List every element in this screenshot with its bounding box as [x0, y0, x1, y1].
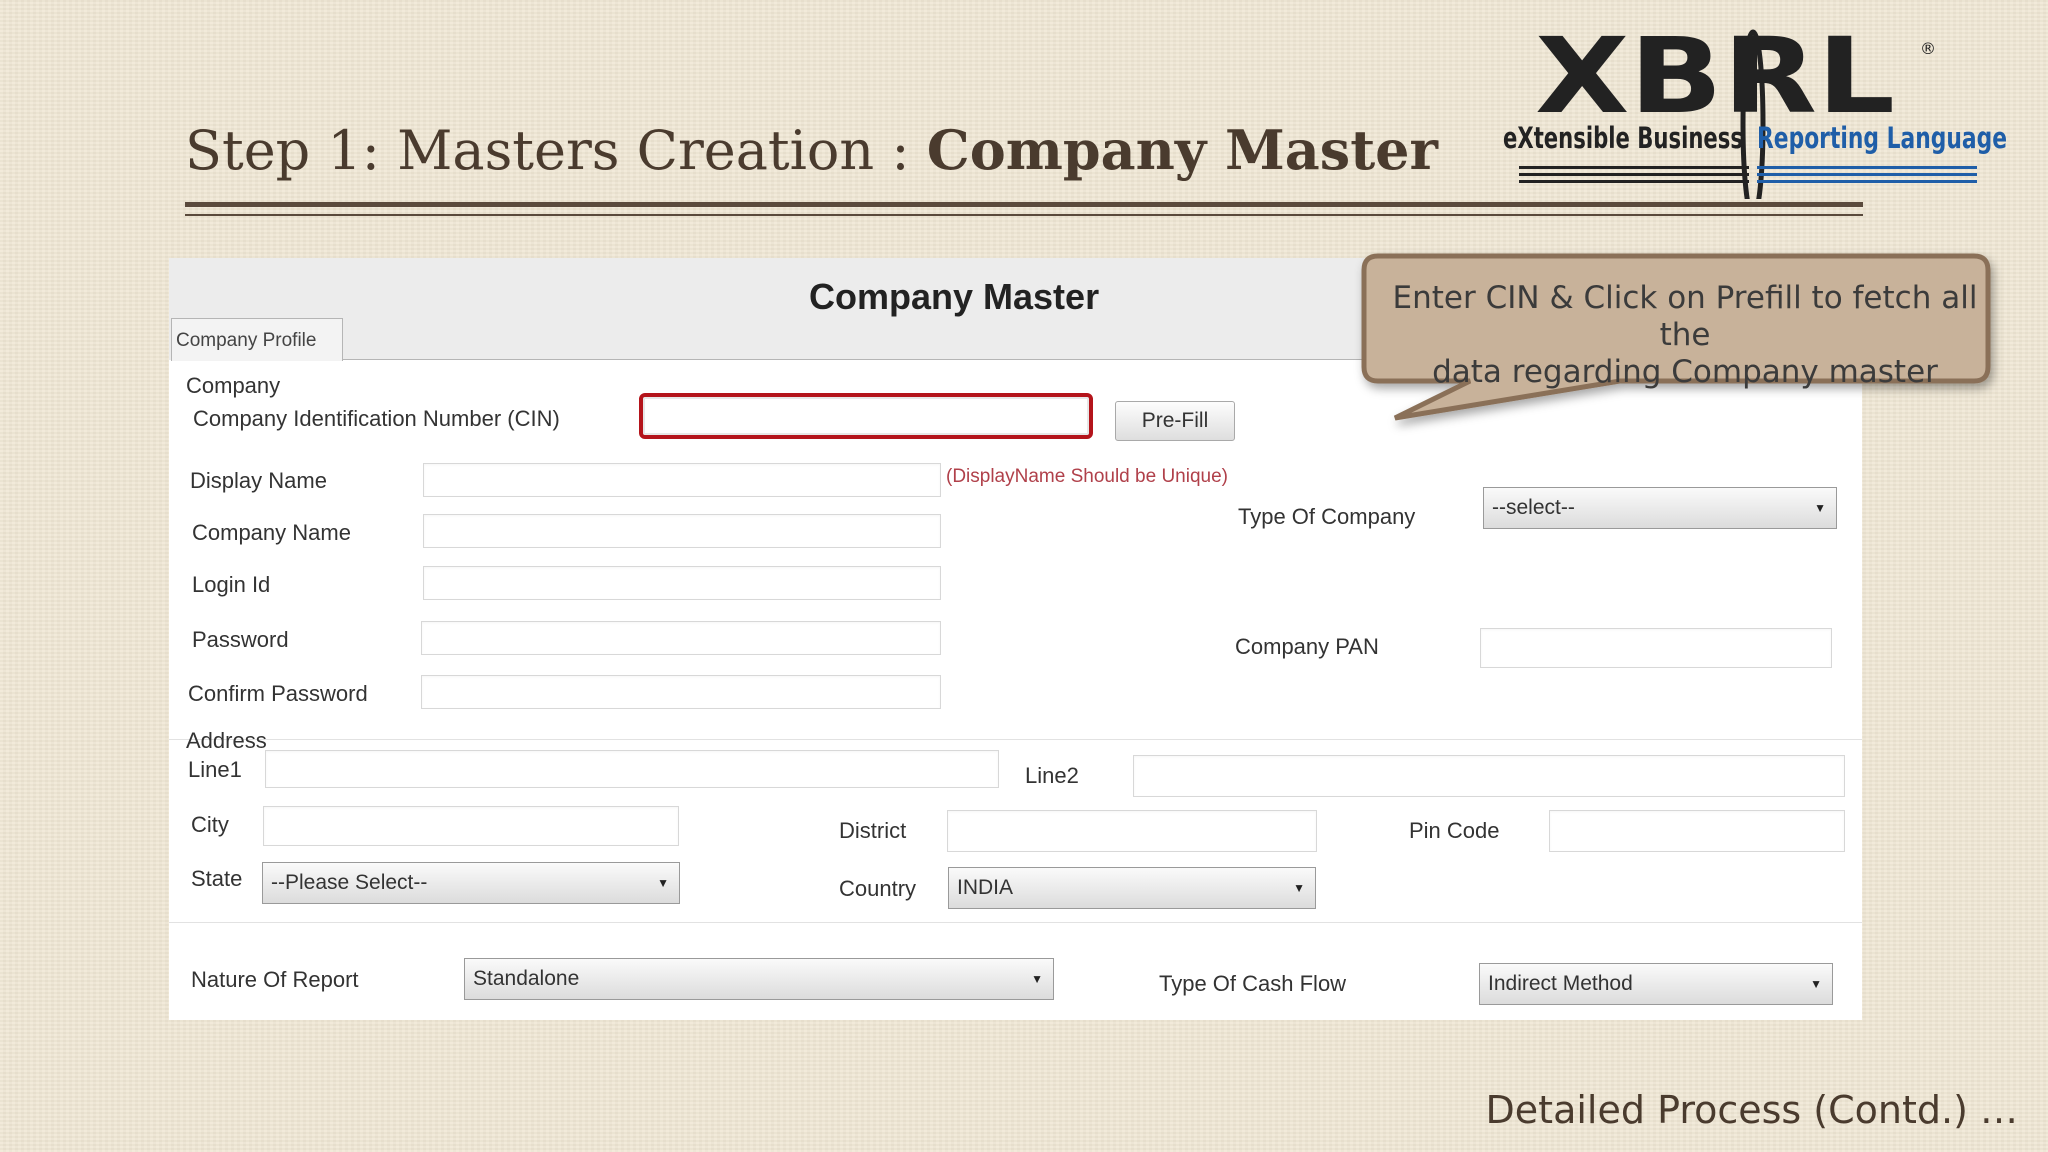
dropdown-arrow-icon: ▼	[1814, 501, 1826, 515]
tab-company-profile[interactable]: Company Profile	[171, 318, 343, 361]
type-of-cash-flow-select[interactable]: Indirect Method ▼	[1479, 963, 1833, 1005]
district-label: District	[839, 818, 907, 843]
pin-code-label: Pin Code	[1409, 818, 1500, 843]
form-title: Company Master	[809, 276, 1100, 317]
pin-code-input[interactable]	[1549, 810, 1845, 852]
login-id-input[interactable]	[423, 566, 941, 600]
type-of-company-label: Type Of Company	[1238, 504, 1416, 529]
city-label: City	[191, 812, 229, 837]
callout-line-2: data regarding Company master	[1432, 354, 1938, 390]
company-name-label: Company Name	[192, 520, 351, 545]
logo-wordmark: XBRL	[1535, 15, 1895, 137]
password-label: Password	[192, 627, 289, 652]
line2-label: Line2	[1025, 763, 1079, 788]
logo-tagline-left: eXtensible Business	[1503, 121, 1743, 155]
type-of-company-select[interactable]: --select-- ▼	[1483, 487, 1837, 529]
dropdown-arrow-icon: ▼	[1293, 881, 1305, 895]
country-label: Country	[839, 876, 917, 901]
address-separator	[169, 739, 1862, 740]
login-id-label: Login Id	[192, 572, 271, 597]
nature-of-report-select[interactable]: Standalone ▼	[464, 958, 1054, 1000]
title-rule-thick	[185, 202, 1863, 207]
nature-of-report-value: Standalone	[473, 967, 580, 990]
dropdown-arrow-icon: ▼	[1031, 972, 1043, 986]
slide-title-prefix: Step 1: Masters Creation :	[185, 119, 927, 182]
slide-title: Step 1: Masters Creation : Company Maste…	[185, 118, 1438, 182]
line1-label: Line1	[188, 757, 242, 782]
prefill-button[interactable]: Pre-Fill	[1115, 401, 1235, 441]
cin-label: Company Identification Number (CIN)	[193, 406, 560, 431]
district-input[interactable]	[947, 810, 1317, 852]
callout-text: Enter CIN & Click on Prefill to fetch al…	[1370, 280, 2000, 391]
logo-registered-mark: ®	[1920, 39, 1936, 58]
slide-title-bold: Company Master	[926, 118, 1438, 182]
confirm-password-input[interactable]	[421, 675, 941, 709]
display-name-input[interactable]	[423, 463, 941, 497]
logo-tagline-right: Reporting Language	[1757, 121, 2007, 155]
confirm-password-label: Confirm Password	[188, 681, 368, 706]
address-group-label: Address	[186, 728, 267, 753]
company-pan-label: Company PAN	[1235, 634, 1379, 659]
dropdown-arrow-icon: ▼	[1810, 977, 1822, 991]
display-name-note: (DisplayName Should be Unique)	[946, 466, 1228, 487]
city-input[interactable]	[263, 806, 679, 846]
state-value: --Please Select--	[271, 871, 428, 894]
password-input[interactable]	[421, 621, 941, 655]
company-group-label: Company	[186, 373, 281, 398]
type-of-cash-flow-value: Indirect Method	[1488, 972, 1633, 995]
xbrl-logo: XBRL ® eXtensible Business Reporting Lan…	[1503, 15, 2007, 199]
report-separator	[169, 922, 1862, 923]
display-name-label: Display Name	[190, 468, 327, 493]
callout-line-1: Enter CIN & Click on Prefill to fetch al…	[1392, 280, 1978, 353]
nature-of-report-label: Nature Of Report	[191, 967, 359, 992]
type-of-company-value: --select--	[1492, 496, 1575, 519]
logo-stripes	[1519, 166, 1977, 183]
line1-input[interactable]	[265, 750, 999, 788]
title-rule-thin	[185, 214, 1863, 216]
state-select[interactable]: --Please Select-- ▼	[262, 862, 680, 904]
type-of-cash-flow-label: Type Of Cash Flow	[1159, 971, 1347, 996]
company-pan-input[interactable]	[1480, 628, 1832, 668]
dropdown-arrow-icon: ▼	[657, 876, 669, 890]
cin-input[interactable]	[639, 393, 1093, 439]
company-name-input[interactable]	[423, 514, 941, 548]
country-value: INDIA	[957, 876, 1014, 899]
slide-footer: Detailed Process (Contd.) …	[1485, 1088, 2018, 1132]
state-label: State	[191, 866, 243, 891]
line2-input[interactable]	[1133, 755, 1845, 797]
country-select[interactable]: INDIA ▼	[948, 867, 1316, 909]
